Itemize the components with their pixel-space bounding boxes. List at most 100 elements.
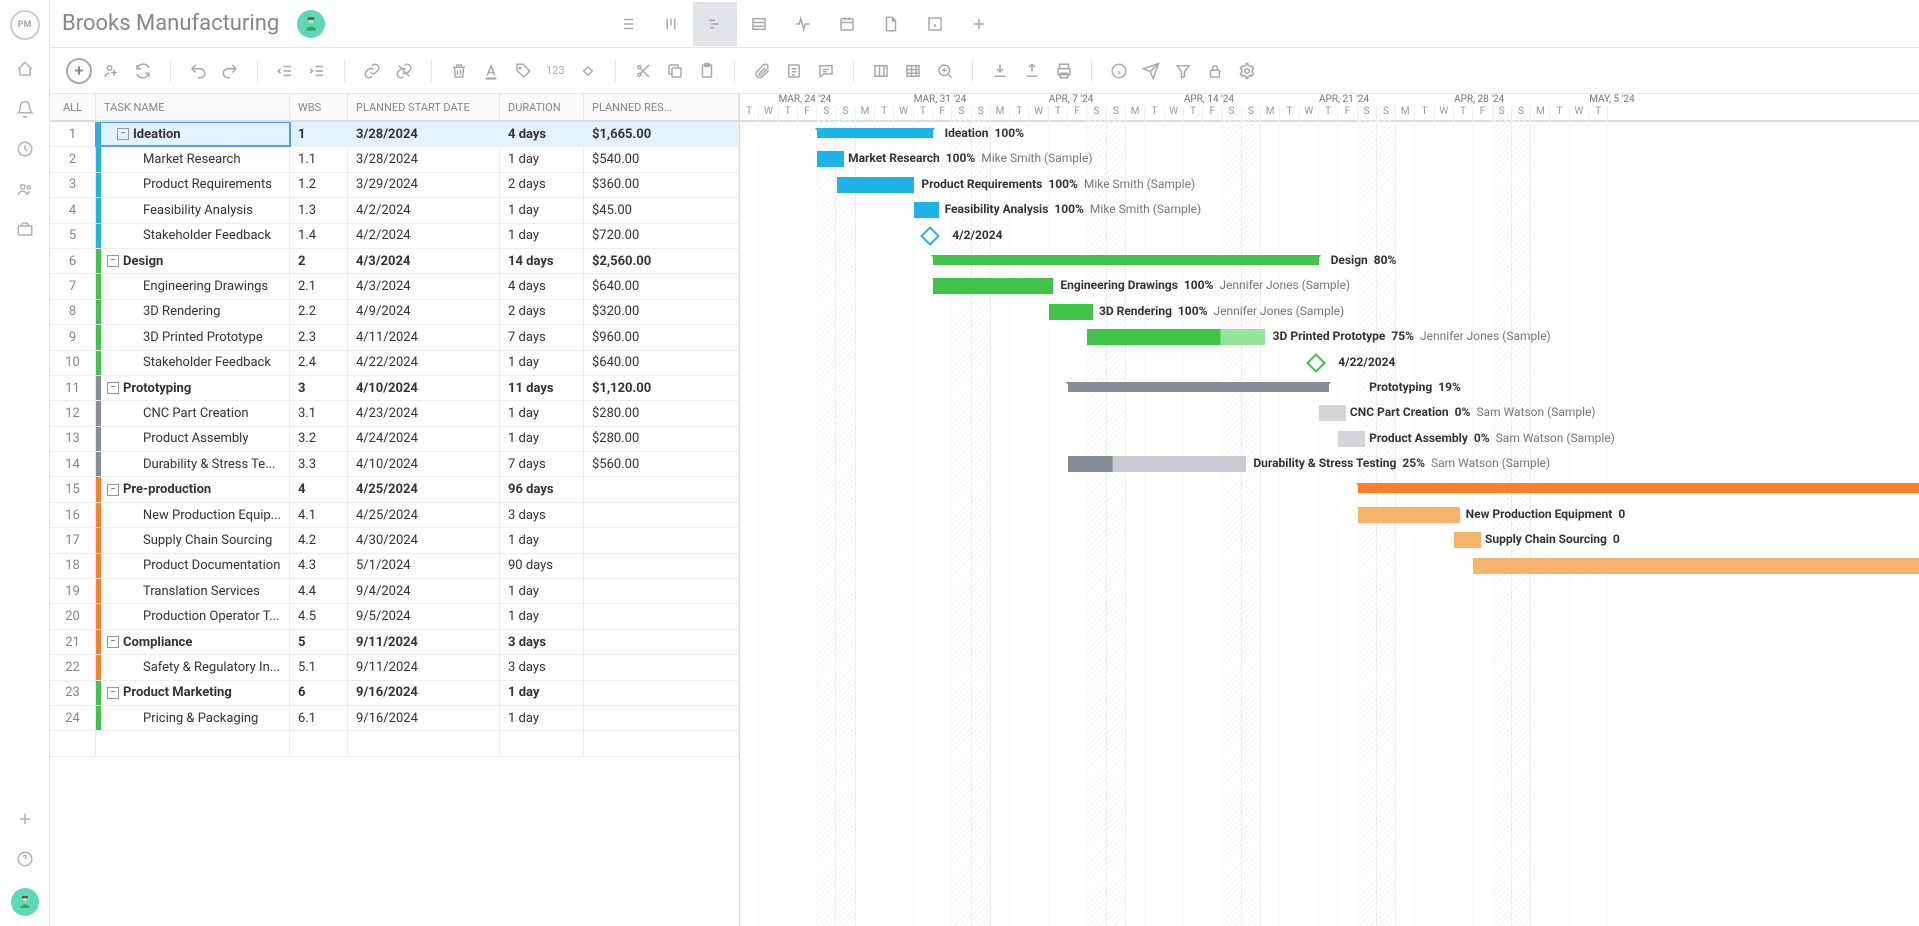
duration-cell[interactable]: 1 day (500, 198, 584, 222)
wbs-cell[interactable]: 3 (290, 376, 348, 400)
resource-cell[interactable]: $280.00 (584, 401, 739, 425)
resource-cell[interactable]: $280.00 (584, 427, 739, 451)
start-cell[interactable]: 4/22/2024 (348, 351, 500, 375)
refresh-icon[interactable] (130, 58, 156, 84)
gantt-chart[interactable]: MAR, 24 '24MAR, 31 '24APR, 7 '24APR, 14 … (740, 94, 1919, 926)
gantt-row[interactable] (740, 579, 1919, 604)
wbs-cell[interactable]: 3.3 (290, 452, 348, 476)
wbs-cell[interactable]: 4.2 (290, 528, 348, 552)
milestone-icon[interactable] (575, 58, 601, 84)
table-row[interactable]: 1−Ideation13/28/20244 days$1,665.00 (50, 122, 739, 147)
gantt-row[interactable]: New Production Equipment0 (740, 503, 1919, 528)
row-number[interactable]: 10 (50, 351, 96, 375)
row-number[interactable]: 19 (50, 579, 96, 603)
gear-icon[interactable] (1234, 58, 1260, 84)
wbs-cell[interactable]: 2.2 (290, 300, 348, 324)
resource-cell[interactable]: $2,560.00 (584, 249, 739, 273)
add-view-icon[interactable] (957, 2, 1001, 46)
gantt-bar[interactable] (1087, 329, 1265, 345)
start-cell[interactable]: 4/11/2024 (348, 325, 500, 349)
export-icon[interactable] (1019, 58, 1045, 84)
row-number[interactable]: 15 (50, 477, 96, 501)
row-number[interactable]: 18 (50, 554, 96, 578)
row-number[interactable]: 11 (50, 376, 96, 400)
table-row[interactable]: 17Supply Chain Sourcing4.24/30/20241 day (50, 528, 739, 553)
redo-icon[interactable] (217, 58, 243, 84)
zoom-icon[interactable] (932, 58, 958, 84)
duration-cell[interactable]: 2 days (500, 300, 584, 324)
file-view-icon[interactable] (869, 2, 913, 46)
bell-icon[interactable] (14, 98, 36, 120)
table-row[interactable]: 21−Compliance59/11/20243 days (50, 630, 739, 655)
task-cell[interactable]: Translation Services (96, 579, 290, 603)
gantt-row[interactable]: 3D Printed Prototype75%Jennifer Jones (S… (740, 325, 1919, 350)
task-cell[interactable]: Engineering Drawings (96, 274, 290, 298)
table-row[interactable]: 14Durability & Stress Te...3.34/10/20247… (50, 452, 739, 477)
milestone-icon[interactable] (1306, 353, 1326, 373)
task-cell[interactable]: −Prototyping (96, 376, 290, 400)
wbs-cell[interactable]: 2.1 (290, 274, 348, 298)
wbs-cell[interactable]: 1.2 (290, 173, 348, 197)
sheet-view-icon[interactable] (737, 2, 781, 46)
start-cell[interactable]: 4/2/2024 (348, 198, 500, 222)
row-number[interactable]: 14 (50, 452, 96, 476)
list-view-icon[interactable] (605, 2, 649, 46)
gantt-view-icon[interactable] (693, 2, 737, 46)
task-cell[interactable]: Pricing & Packaging (96, 706, 290, 730)
table-row[interactable]: 19Translation Services4.49/4/20241 day (50, 579, 739, 604)
start-cell[interactable]: 4/23/2024 (348, 401, 500, 425)
gantt-row[interactable]: 3D Rendering100%Jennifer Jones (Sample) (740, 300, 1919, 325)
collapse-icon[interactable]: − (107, 382, 119, 394)
board-view-icon[interactable] (649, 2, 693, 46)
resource-cell[interactable] (584, 630, 739, 654)
row-number[interactable]: 9 (50, 325, 96, 349)
wbs-cell[interactable]: 2 (290, 249, 348, 273)
duration-cell[interactable]: 1 day (500, 706, 584, 730)
team-icon[interactable] (14, 178, 36, 200)
row-number[interactable]: 16 (50, 503, 96, 527)
duration-cell[interactable]: 1 day (500, 528, 584, 552)
gantt-row[interactable]: Feasibility Analysis100%Mike Smith (Samp… (740, 198, 1919, 223)
table-row[interactable]: 5Stakeholder Feedback1.44/2/20241 day$72… (50, 224, 739, 249)
resource-cell[interactable] (584, 706, 739, 730)
duration-cell[interactable]: 1 day (500, 604, 584, 628)
row-number[interactable]: 23 (50, 681, 96, 705)
task-cell[interactable]: −Compliance (96, 630, 290, 654)
trash-icon[interactable] (446, 58, 472, 84)
resource-cell[interactable]: $540.00 (584, 147, 739, 171)
col-duration[interactable]: DURATION (500, 94, 584, 120)
duration-cell[interactable]: 1 day (500, 681, 584, 705)
wbs-cell[interactable]: 4.1 (290, 503, 348, 527)
task-cell[interactable]: Feasibility Analysis (96, 198, 290, 222)
columns-icon[interactable] (868, 58, 894, 84)
wbs-cell[interactable]: 4.5 (290, 604, 348, 628)
resource-cell[interactable] (584, 554, 739, 578)
task-cell[interactable]: Safety & Regulatory In... (96, 655, 290, 679)
start-cell[interactable]: 3/28/2024 (348, 147, 500, 171)
table-row[interactable]: 3Product Requirements1.23/29/20242 days$… (50, 173, 739, 198)
gantt-bar[interactable] (933, 255, 1319, 265)
duration-cell[interactable]: 1 day (500, 579, 584, 603)
task-cell[interactable]: −Pre-production (96, 477, 290, 501)
task-cell[interactable]: −Product Marketing (96, 681, 290, 705)
table-row[interactable]: 11−Prototyping34/10/202411 days$1,120.00 (50, 376, 739, 401)
gantt-row[interactable]: Prototyping19% (740, 376, 1919, 401)
gantt-bar[interactable] (1473, 558, 1919, 574)
gantt-row[interactable]: Product Requirements100%Mike Smith (Samp… (740, 173, 1919, 198)
start-cell[interactable]: 9/11/2024 (348, 655, 500, 679)
wbs-cell[interactable]: 3.2 (290, 427, 348, 451)
duration-cell[interactable]: 3 days (500, 655, 584, 679)
resource-cell[interactable]: $960.00 (584, 325, 739, 349)
row-number[interactable]: 1 (50, 122, 96, 146)
task-cell[interactable]: 3D Printed Prototype (96, 325, 290, 349)
gantt-bar[interactable] (1338, 431, 1365, 447)
wbs-cell[interactable]: 5.1 (290, 655, 348, 679)
gantt-bar[interactable] (1358, 483, 1919, 493)
resource-cell[interactable] (584, 579, 739, 603)
duration-cell[interactable]: 96 days (500, 477, 584, 501)
gantt-row[interactable]: Product Assembly0%Sam Watson (Sample) (740, 427, 1919, 452)
duration-cell[interactable]: 90 days (500, 554, 584, 578)
table-row[interactable]: 13Product Assembly3.24/24/20241 day$280.… (50, 427, 739, 452)
gantt-row[interactable] (740, 554, 1919, 579)
gantt-row[interactable]: Market Research100%Mike Smith (Sample) (740, 147, 1919, 172)
